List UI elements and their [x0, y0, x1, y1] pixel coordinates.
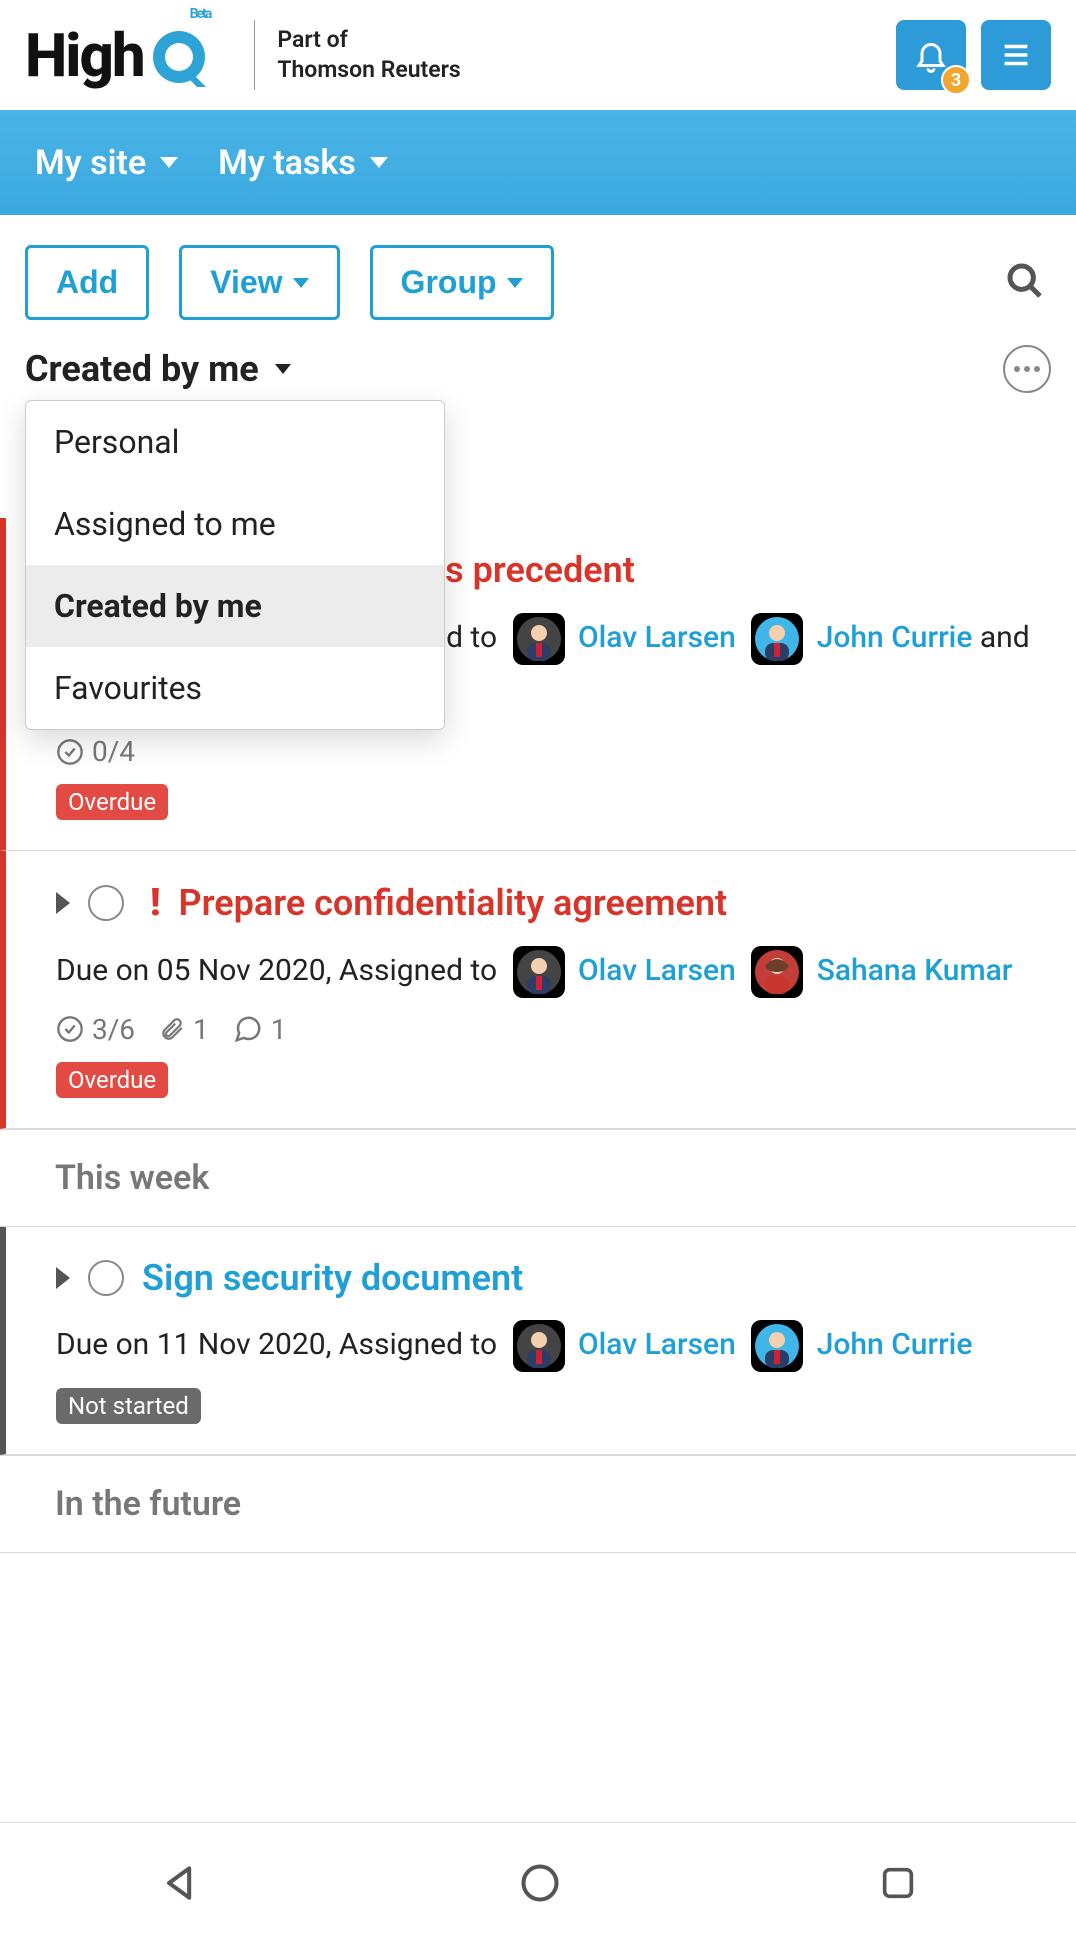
caret-down-icon [160, 157, 178, 168]
avatar[interactable] [751, 946, 803, 998]
due-date: 11 Nov 2020 [157, 1327, 326, 1362]
attachments-indicator[interactable]: 1 [159, 1013, 209, 1046]
filter-option-favourites[interactable]: Favourites [26, 647, 444, 729]
comments-indicator[interactable]: 1 [233, 1013, 287, 1046]
module-label: My tasks [218, 143, 356, 183]
complete-checkbox[interactable] [88, 1260, 124, 1296]
filter-option-personal[interactable]: Personal [26, 401, 444, 483]
circle-home-icon [518, 1861, 562, 1905]
task-indicators: 0/4 [56, 735, 1046, 768]
attachments-count: 1 [193, 1013, 209, 1046]
subtasks-indicator[interactable]: 0/4 [56, 735, 135, 768]
expand-toggle[interactable] [56, 892, 70, 914]
task-row: ! Prepare confidentiality agreement Due … [0, 851, 1076, 1129]
square-recents-icon [878, 1863, 918, 1903]
avatar[interactable] [513, 613, 565, 665]
status-badge: Not started [56, 1388, 201, 1424]
action-bar: Add View Group [0, 215, 1076, 340]
task-indicators: 3/6 1 1 [56, 1013, 1046, 1046]
device-home-button[interactable] [518, 1861, 562, 1909]
avatar[interactable] [513, 1320, 565, 1372]
notifications-button[interactable]: 3 [896, 20, 966, 90]
assigned-label: , Assigned to [326, 1327, 498, 1362]
triangle-back-icon [158, 1861, 202, 1905]
dots-icon [1014, 366, 1040, 372]
avatar[interactable] [513, 946, 565, 998]
due-date: 05 Nov 2020 [157, 953, 326, 988]
filter-current-label: Created by me [25, 348, 259, 390]
filter-row: Created by me Personal Assigned to me Cr… [0, 340, 1076, 421]
subtasks-count: 0/4 [92, 735, 135, 768]
task-title-link[interactable]: Sign security document [142, 1257, 523, 1299]
task-meta: Due on 11 Nov 2020, Assigned to Olav Lar… [56, 1317, 1046, 1373]
tagline-line1: Part of [277, 25, 460, 55]
comments-count: 1 [271, 1013, 287, 1046]
beta-badge: Beta [190, 6, 211, 22]
tagline-line2: Thomson Reuters [277, 55, 460, 85]
filter-option-assigned[interactable]: Assigned to me [26, 483, 444, 565]
menu-button[interactable] [981, 20, 1051, 90]
device-nav-bar [0, 1822, 1076, 1947]
assignee-link[interactable]: John Currie [817, 620, 973, 655]
section-header-future: In the future [0, 1455, 1076, 1553]
add-button[interactable]: Add [25, 245, 149, 320]
site-label: My site [35, 143, 146, 183]
notification-count-badge: 3 [941, 65, 971, 95]
brand-tagline: Part of Thomson Reuters [277, 25, 460, 85]
filter-option-created[interactable]: Created by me [26, 565, 444, 647]
complete-checkbox[interactable] [88, 885, 124, 921]
caret-down-icon [275, 364, 291, 374]
device-back-button[interactable] [158, 1861, 202, 1909]
task-row: Sign security document Due on 11 Nov 202… [0, 1227, 1076, 1456]
app-header: High Beta Part of Thomson Reuters 3 [0, 0, 1076, 110]
brand-q-icon: Beta [144, 21, 233, 89]
group-dropdown-button[interactable]: Group [370, 245, 554, 320]
module-dropdown[interactable]: My tasks [218, 143, 388, 183]
filter-menu-popover: Personal Assigned to me Created by me Fa… [25, 400, 445, 730]
view-dropdown-button[interactable]: View [179, 245, 339, 320]
group-label: Group [401, 264, 497, 301]
header-divider [254, 20, 255, 90]
priority-icon: ! [150, 881, 161, 925]
assignee-link[interactable]: John Currie [817, 1327, 973, 1362]
task-meta: Due on 05 Nov 2020, Assigned to Olav Lar… [56, 943, 1046, 999]
search-icon [1005, 261, 1045, 301]
bell-icon [913, 37, 949, 73]
brand-high: High [25, 20, 144, 91]
assigned-label: , Assigned to [326, 953, 498, 988]
add-label: Add [56, 264, 118, 301]
more-options-button[interactable] [1003, 345, 1051, 393]
assignee-link[interactable]: Olav Larsen [578, 620, 736, 655]
breadcrumb-bar: My site My tasks [0, 110, 1076, 215]
assignee-link[interactable]: Olav Larsen [578, 953, 736, 988]
assignee-link[interactable]: Sahana Kumar [817, 953, 1013, 988]
subtasks-count: 3/6 [92, 1013, 135, 1046]
due-prefix: Due on [56, 1327, 157, 1362]
view-label: View [210, 264, 282, 301]
assignee-link[interactable]: Olav Larsen [578, 1327, 736, 1362]
site-dropdown[interactable]: My site [35, 143, 178, 183]
comment-icon [233, 1014, 263, 1044]
search-button[interactable] [999, 255, 1051, 311]
caret-down-icon [293, 278, 309, 288]
paperclip-icon [159, 1016, 185, 1042]
caret-down-icon [370, 157, 388, 168]
expand-toggle[interactable] [56, 1267, 70, 1289]
task-title-link[interactable]: Prepare confidentiality agreement [179, 882, 728, 924]
avatar[interactable] [751, 1320, 803, 1372]
caret-down-icon [507, 278, 523, 288]
check-circle-icon [56, 738, 84, 766]
brand-logo[interactable]: High Beta [25, 20, 232, 91]
more-prefix: and [972, 620, 1029, 655]
filter-dropdown[interactable]: Created by me [25, 348, 291, 390]
subtasks-indicator[interactable]: 3/6 [56, 1013, 135, 1046]
status-badge: Overdue [56, 1062, 168, 1098]
section-header-thisweek: This week [0, 1129, 1076, 1227]
status-badge: Overdue [56, 784, 168, 820]
avatar[interactable] [751, 613, 803, 665]
due-prefix: Due on [56, 953, 157, 988]
check-circle-icon [56, 1015, 84, 1043]
hamburger-icon [999, 38, 1033, 72]
device-recents-button[interactable] [878, 1863, 918, 1907]
